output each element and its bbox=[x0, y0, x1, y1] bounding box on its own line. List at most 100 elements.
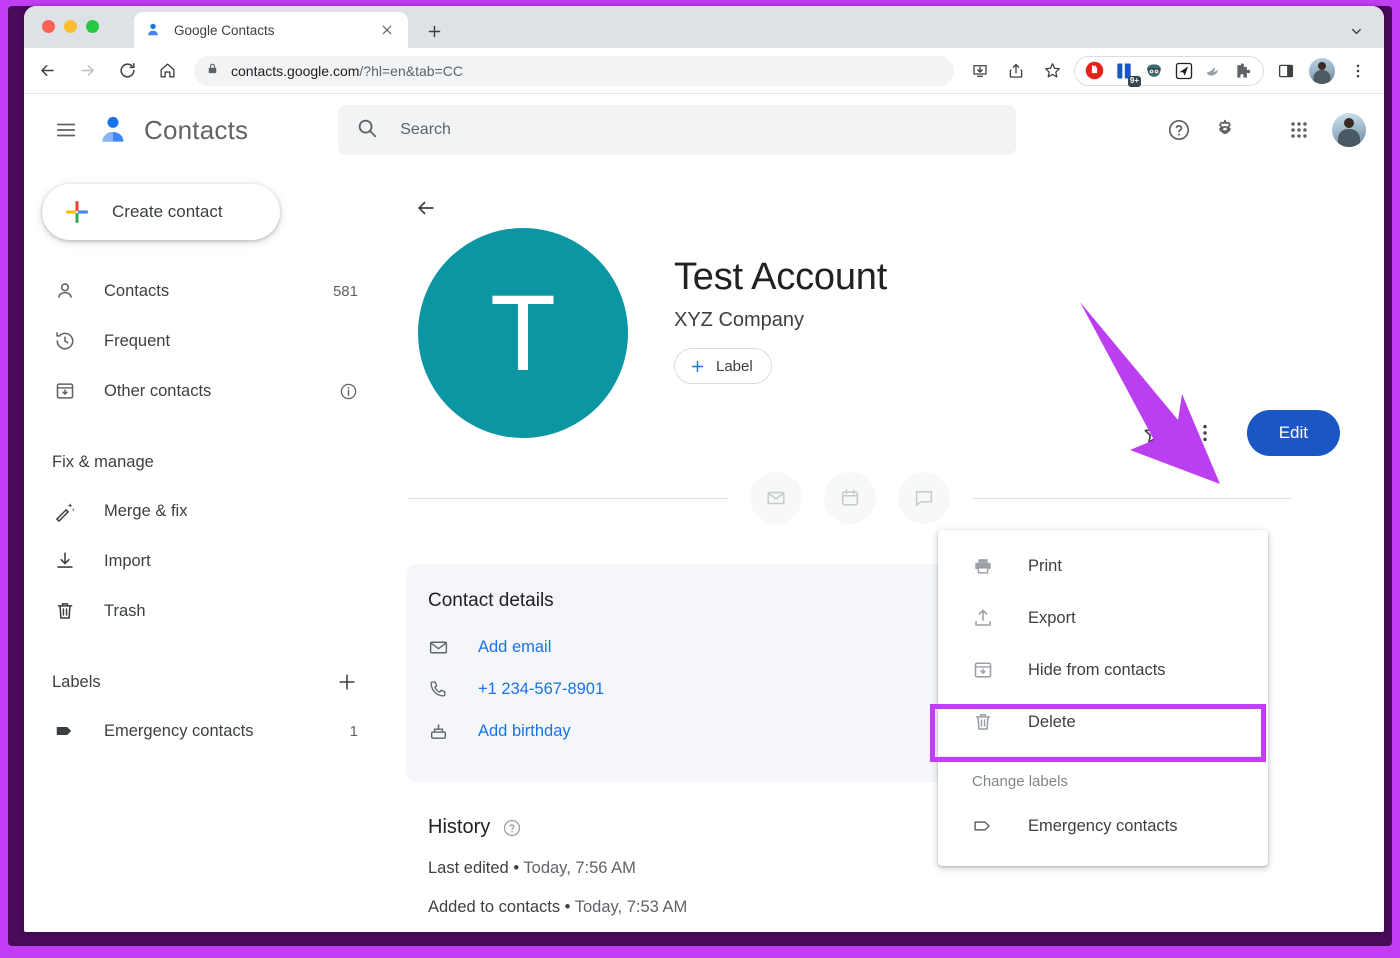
sidebar-item-import[interactable]: Import bbox=[24, 536, 384, 586]
maximize-window-button[interactable] bbox=[86, 20, 99, 33]
add-label-text: Label bbox=[716, 358, 753, 375]
side-panel-icon[interactable] bbox=[1271, 56, 1301, 86]
bookmark-star-icon[interactable] bbox=[1037, 56, 1067, 86]
detail-row-email[interactable]: Add email bbox=[428, 626, 936, 668]
person-outline-icon bbox=[52, 280, 78, 302]
apps-grid-icon[interactable] bbox=[1278, 109, 1320, 151]
detail-link[interactable]: Add email bbox=[478, 638, 551, 657]
home-icon[interactable] bbox=[150, 54, 184, 88]
create-contact-button[interactable]: Create contact bbox=[42, 184, 280, 240]
back-arrow-icon[interactable] bbox=[30, 54, 64, 88]
chevron-down-icon[interactable] bbox=[1342, 17, 1370, 45]
detail-link[interactable]: Add birthday bbox=[478, 722, 571, 741]
phone-icon bbox=[428, 679, 456, 700]
sidebar-item-trash[interactable]: Trash bbox=[24, 586, 384, 636]
reload-icon[interactable] bbox=[110, 54, 144, 88]
contacts-app: Contacts Search bbox=[24, 94, 1384, 912]
bird-icon[interactable] bbox=[1201, 58, 1227, 84]
url-path: /?hl=en&tab=CC bbox=[359, 63, 463, 79]
menu-item-export[interactable]: Export bbox=[938, 592, 1268, 644]
sidebar-item-label: Emergency contacts bbox=[104, 722, 253, 741]
contact-name: Test Account bbox=[674, 256, 887, 299]
edit-button[interactable]: Edit bbox=[1247, 410, 1340, 456]
create-contact-label: Create contact bbox=[112, 202, 223, 222]
detail-row-phone[interactable]: +1 234-567-8901 bbox=[428, 668, 936, 710]
trash-icon bbox=[972, 711, 1002, 733]
contact-company: XYZ Company bbox=[674, 309, 887, 332]
close-window-button[interactable] bbox=[42, 20, 55, 33]
chat-icon[interactable] bbox=[898, 472, 950, 524]
quick-action-row bbox=[406, 472, 1344, 524]
contacts-logo-icon bbox=[96, 113, 130, 147]
label-count: 1 bbox=[350, 723, 358, 740]
back-button[interactable] bbox=[406, 188, 446, 228]
menu-item-print[interactable]: Print bbox=[938, 540, 1268, 592]
create-label-button[interactable] bbox=[336, 671, 358, 693]
history-row: Added to contacts • Today, 7:53 AM bbox=[428, 898, 1344, 917]
person-icon bbox=[144, 21, 162, 39]
add-label-button[interactable]: Label bbox=[674, 348, 772, 384]
contact-details-card: Contact details Add email +1 234-567-890… bbox=[406, 564, 966, 782]
menu-item-label: Print bbox=[1028, 557, 1062, 576]
sidebar-item-label: Contacts bbox=[104, 282, 169, 301]
contacts-count: 581 bbox=[333, 283, 358, 300]
menu-item-label: Export bbox=[1028, 609, 1076, 628]
history-value: Today, 7:53 AM bbox=[575, 898, 688, 916]
chrome-menu-icon[interactable] bbox=[1343, 56, 1373, 86]
notebook-icon[interactable]: 9+ bbox=[1111, 58, 1137, 84]
history-clock-icon bbox=[52, 330, 78, 352]
sidebar-item-other-contacts[interactable]: Other contacts bbox=[24, 366, 384, 416]
share-icon[interactable] bbox=[1001, 56, 1031, 86]
address-bar[interactable]: contacts.google.com/?hl=en&tab=CC bbox=[194, 56, 954, 86]
sidebar-item-contacts[interactable]: Contacts 581 bbox=[24, 266, 384, 316]
menu-item-delete[interactable]: Delete bbox=[938, 696, 1268, 748]
account-avatar[interactable] bbox=[1332, 113, 1366, 147]
help-icon[interactable] bbox=[1158, 109, 1200, 151]
sidebar-item-emergency-contacts[interactable]: Emergency contacts 1 bbox=[24, 706, 384, 756]
more-vertical-icon[interactable] bbox=[1183, 411, 1227, 455]
close-tab-icon[interactable] bbox=[376, 19, 398, 41]
url-text: contacts.google.com/?hl=en&tab=CC bbox=[231, 63, 463, 79]
star-outline-icon[interactable] bbox=[1133, 411, 1177, 455]
help-circle-icon[interactable] bbox=[502, 818, 522, 838]
history-value: Today, 7:56 AM bbox=[523, 859, 636, 877]
notebook-badge: 9+ bbox=[1128, 76, 1141, 87]
install-icon[interactable] bbox=[965, 56, 995, 86]
app-title: Contacts bbox=[144, 115, 248, 146]
adblock-icon[interactable] bbox=[1081, 58, 1107, 84]
minimize-window-button[interactable] bbox=[64, 20, 77, 33]
hamburger-menu-icon[interactable] bbox=[46, 110, 86, 150]
new-tab-button[interactable] bbox=[420, 17, 448, 45]
sidebar-item-merge-fix[interactable]: Merge & fix bbox=[24, 486, 384, 536]
menu-item-label: Hide from contacts bbox=[1028, 661, 1166, 680]
mask-icon[interactable] bbox=[1141, 58, 1167, 84]
printer-icon bbox=[972, 555, 1002, 577]
sidebar-item-frequent[interactable]: Frequent bbox=[24, 316, 384, 366]
info-icon[interactable] bbox=[339, 382, 358, 401]
trash-icon bbox=[52, 600, 78, 622]
menu-item-hide-from-contacts[interactable]: Hide from contacts bbox=[938, 644, 1268, 696]
calendar-icon[interactable] bbox=[824, 472, 876, 524]
tab-strip: Google Contacts bbox=[24, 6, 1384, 48]
gear-icon[interactable] bbox=[1204, 109, 1246, 151]
labels-header: Labels bbox=[24, 658, 384, 706]
contact-options-menu: Print Export bbox=[938, 530, 1268, 866]
email-icon[interactable] bbox=[750, 472, 802, 524]
window-controls[interactable] bbox=[42, 20, 99, 33]
brand[interactable]: Contacts bbox=[96, 113, 248, 147]
detail-row-birthday[interactable]: Add birthday bbox=[428, 710, 936, 752]
url-domain: contacts.google.com bbox=[231, 63, 359, 79]
send-icon[interactable] bbox=[1171, 58, 1197, 84]
detail-link[interactable]: +1 234-567-8901 bbox=[478, 680, 604, 699]
menu-item-label-emergency-contacts[interactable]: Emergency contacts bbox=[938, 800, 1268, 852]
export-upload-icon bbox=[972, 607, 1002, 629]
browser-tab[interactable]: Google Contacts bbox=[134, 12, 408, 48]
puzzle-piece-icon[interactable] bbox=[1231, 58, 1257, 84]
label-tag-outline-icon bbox=[972, 815, 1002, 837]
chrome-profile-avatar[interactable] bbox=[1309, 58, 1335, 84]
menu-section-title: Change labels bbox=[938, 761, 1268, 800]
search-input[interactable]: Search bbox=[338, 105, 1016, 155]
download-icon bbox=[52, 550, 78, 572]
contact-detail-pane: T Test Account XYZ Company Label bbox=[384, 166, 1384, 912]
forward-arrow-icon[interactable] bbox=[70, 54, 104, 88]
